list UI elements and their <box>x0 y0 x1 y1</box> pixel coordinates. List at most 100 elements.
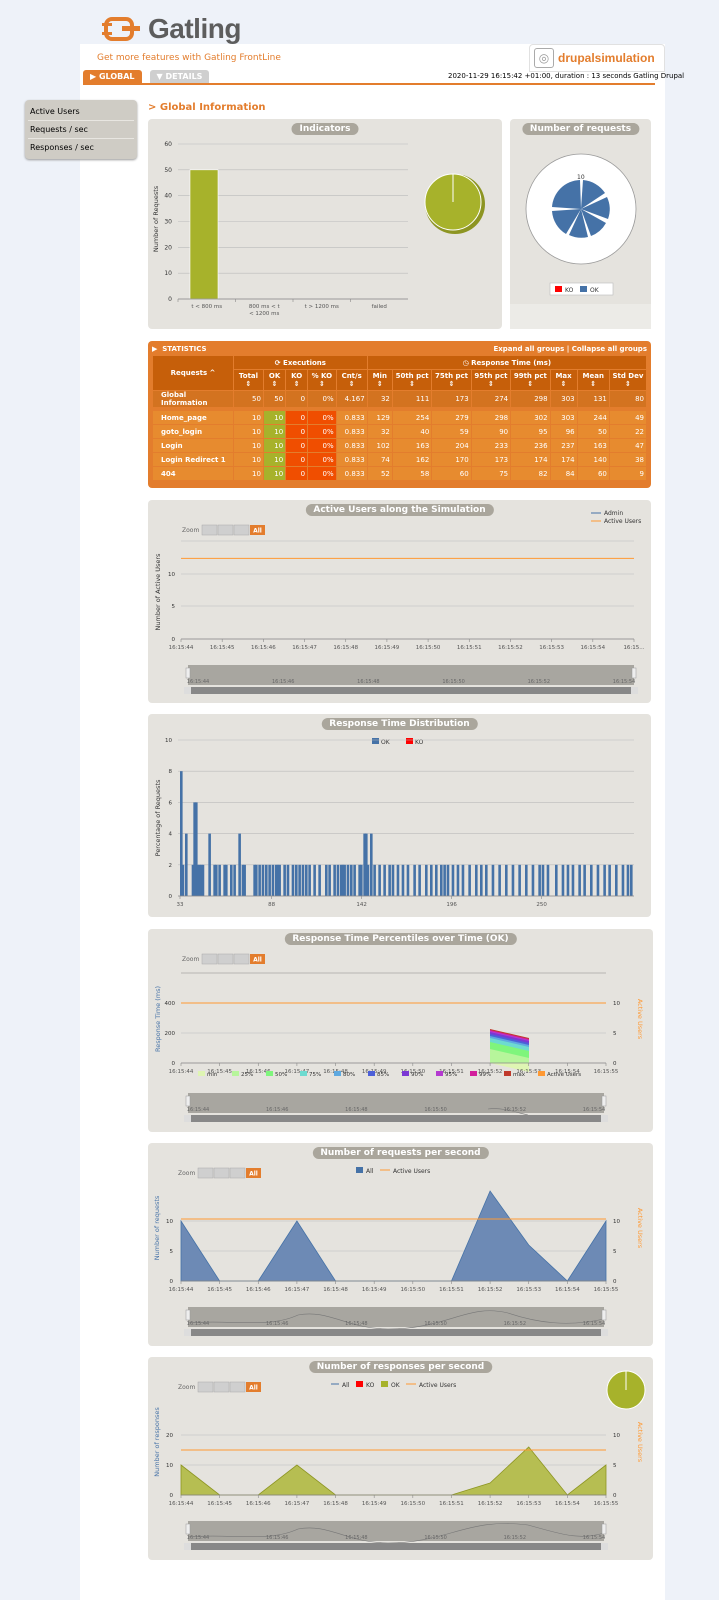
table-row[interactable]: Home_page 10 10 0 0% 0.833 129 254 279 298 302 303 2… <box>153 411 646 424</box>
y2-tick-label: 0 <box>613 1493 617 1499</box>
navigator-tick-label: 16:15:54 <box>583 1107 605 1113</box>
cell-p95: 75 <box>471 467 511 480</box>
bar <box>346 864 350 896</box>
bar <box>258 864 261 896</box>
table-row[interactable]: goto_login 10 10 0 0% 0.833 32 40 59 90 95 96 50 22 <box>153 425 646 438</box>
col-3[interactable]: % KO ⇕ <box>308 370 336 390</box>
row-name[interactable]: Global Information <box>153 391 233 407</box>
x-tick-label: 16:15:44 <box>169 1501 194 1507</box>
col-12[interactable]: Std Dev ⇕ <box>609 370 646 390</box>
frontline-link[interactable]: Get more features with Gatling FrontLine <box>97 53 281 63</box>
col-6[interactable]: 50th pct ⇕ <box>392 370 432 390</box>
legend-item: min <box>207 1072 218 1078</box>
legend-ok-swatch <box>372 738 379 744</box>
table-row[interactable]: Login Redirect 1 10 10 0 0% 0.833 74 162 170 173 1… <box>153 453 646 466</box>
y2-tick-label: 0 <box>613 1279 617 1285</box>
refresh-icon: ⟳ <box>274 358 284 367</box>
collapse-all-link[interactable]: Collapse all groups <box>572 345 647 353</box>
col-2[interactable]: KO ⇕ <box>286 370 308 390</box>
responses-per-second-chart: Zoom All All KO OK Active Users 0 10 20 0 5 10 Numbe… <box>153 1370 646 1550</box>
navigator-tick-label: 16:15:48 <box>345 1321 367 1327</box>
cell-ko: 0 <box>286 425 308 438</box>
expand-all-link[interactable]: Expand all groups <box>493 345 564 353</box>
legend-item: 99% <box>479 1072 491 1078</box>
col-1[interactable]: OK ⇕ <box>263 370 286 390</box>
number-of-requests-chart: 10 KO OK <box>510 153 651 329</box>
scroll-left-button <box>184 1543 191 1550</box>
cell-p95: 90 <box>471 425 511 438</box>
table-row[interactable]: Login 10 10 0 0% 0.833 102 163 204 233 236 237 163 47 <box>153 439 646 452</box>
sidebar-item-active-users[interactable]: Active Users <box>28 103 134 121</box>
tab-details[interactable]: ▼ DETAILS <box>149 70 210 83</box>
cell-pko: 0% <box>308 425 336 438</box>
legend-item: 85% <box>377 1072 389 1078</box>
col-10[interactable]: Max ⇕ <box>550 370 577 390</box>
zoom-button <box>217 953 234 965</box>
navigator <box>188 1521 604 1541</box>
col-requests[interactable]: Requests ^ <box>153 356 233 390</box>
cell-ok: 10 <box>263 439 286 452</box>
row-name[interactable]: Login Redirect 1 <box>153 453 233 466</box>
legend-ko-swatch <box>356 1381 363 1387</box>
col-8[interactable]: 95th pct ⇕ <box>471 370 511 390</box>
zoom-button <box>197 1381 214 1393</box>
table-row[interactable]: 404 10 10 0 0% 0.833 52 58 60 75 82 84 60 9 <box>153 467 646 480</box>
col-4[interactable]: Cnt/s ⇕ <box>336 370 367 390</box>
bar <box>596 864 600 896</box>
cell-p95: 274 <box>471 391 511 407</box>
x-tick-label: 16:15:49 <box>375 645 400 651</box>
simulation-name: drupalsimulation <box>558 51 655 65</box>
navigator-tick-label: 16:15:54 <box>583 1321 605 1327</box>
row-name[interactable]: Home_page <box>153 411 233 424</box>
legend-all-swatch <box>356 1167 363 1173</box>
legend-all: All <box>366 1168 374 1175</box>
bar <box>218 864 221 896</box>
bar <box>185 833 188 896</box>
table-row[interactable]: Global Information 50 50 0 0% 4.167 32 111 173 27… <box>153 391 646 407</box>
y-tick-label: 10 <box>166 1463 173 1469</box>
legend-swatch <box>300 1071 307 1076</box>
tab-global[interactable]: ▶ GLOBAL <box>83 70 142 83</box>
legend-ko-swatch <box>555 286 562 292</box>
x-tick-label: 16:15:54 <box>555 1287 580 1293</box>
bar <box>283 864 286 896</box>
bar <box>295 864 298 896</box>
col-0[interactable]: Total ⇕ <box>234 370 263 390</box>
x-tick-label: 88 <box>268 902 275 908</box>
y-tick-label: 0 <box>170 1493 174 1499</box>
row-name[interactable]: Login <box>153 439 233 452</box>
legend-item: 50% <box>275 1072 287 1078</box>
navigator-tick-label: 16:15:48 <box>345 1535 367 1541</box>
cell-min: 129 <box>367 411 392 424</box>
cell-mean: 60 <box>577 467 609 480</box>
legend-swatch <box>436 1071 443 1076</box>
col-11[interactable]: Mean ⇕ <box>577 370 609 390</box>
x-tick-label: 16:15:47 <box>285 1287 310 1293</box>
bar <box>243 864 246 896</box>
gatling-logo[interactable]: Gatling <box>102 12 241 46</box>
col-9[interactable]: 99th pct ⇕ <box>511 370 550 390</box>
sidebar-item-requests-per-sec[interactable]: Requests / sec <box>28 121 134 139</box>
y2-tick-label: 5 <box>613 1031 617 1037</box>
active-users-panel: Active Users along the Simulation Admin A… <box>148 500 651 703</box>
cell-pko: 0% <box>308 391 336 407</box>
bar <box>370 833 373 896</box>
x-tick-label: 16:15:47 <box>292 645 317 651</box>
col-5[interactable]: Min ⇕ <box>367 370 392 390</box>
zoom-button <box>201 524 218 536</box>
legend-item: 75% <box>309 1072 321 1078</box>
x-tick-label: 16:15:46 <box>251 645 276 651</box>
sidebar-item-responses-per-sec[interactable]: Responses / sec <box>28 139 134 156</box>
statistics-header: ▶ STATISTICS Expand all groups | Collaps… <box>152 343 647 355</box>
response-time-distribution-panel: Response Time Distribution OK KO 0 2 4 6 8 10 Pe… <box>148 714 651 917</box>
x-tick-label: 33 <box>177 902 184 908</box>
bar <box>541 864 545 896</box>
cell-std: 38 <box>609 453 646 466</box>
y-tick-label: 10 <box>166 1219 173 1225</box>
col-7[interactable]: 75th pct ⇕ <box>432 370 471 390</box>
tabs: ▶ GLOBAL ▼ DETAILS <box>83 70 217 84</box>
cell-min: 32 <box>367 425 392 438</box>
row-name[interactable]: 404 <box>153 467 233 480</box>
row-name[interactable]: goto_login <box>153 425 233 438</box>
cell-max: 303 <box>550 411 577 424</box>
